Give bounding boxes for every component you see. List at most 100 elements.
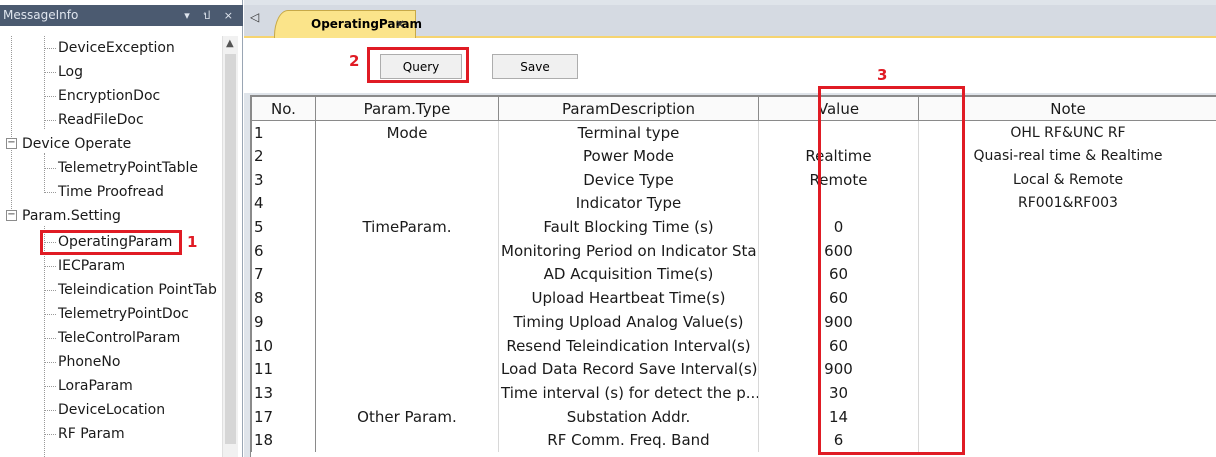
tree-item-read-file-doc[interactable]: ReadFileDoc	[44, 109, 144, 131]
close-icon[interactable]: ×	[395, 11, 405, 38]
tree-item-label: DeviceException	[58, 40, 175, 56]
cell-no[interactable]: 10	[251, 333, 316, 358]
cell-param-type[interactable]	[315, 262, 499, 287]
cell-param-description[interactable]: Load Data Record Save Interval(s)	[498, 357, 759, 382]
cell-param-description[interactable]: Substation Addr.	[498, 404, 759, 429]
tree-item-lora-param[interactable]: LoraParam	[44, 375, 133, 397]
tree-scrollbar[interactable]: ▲	[222, 36, 238, 457]
cell-param-type[interactable]	[315, 286, 499, 310]
tree-item-teleindication-point-table[interactable]: Teleindication PointTab	[44, 279, 217, 301]
table-row[interactable]: 10 Resend Teleindication Interval(s) 60	[251, 333, 1216, 358]
tree-item-iec-param[interactable]: IECParam	[44, 255, 125, 277]
tree-item-label: DeviceLocation	[58, 402, 166, 418]
save-button[interactable]: Save	[492, 54, 578, 79]
document-area: ◁ OperatingParam × Query Save 2 3 No. Pa…	[244, 0, 1216, 457]
panel-title-bar: MessageInfo ▾ ป ×	[0, 5, 243, 26]
tree-item-time-proofread[interactable]: Time Proofread	[44, 181, 164, 203]
table-row[interactable]: 2 Power Mode Realtime Quasi-real time & Rea…	[251, 144, 1216, 168]
tree-item-device-exception[interactable]: DeviceException	[44, 37, 175, 59]
tree-item-rf-param[interactable]: RF Param	[44, 423, 125, 445]
tree-group-device-operate[interactable]: − Device Operate	[6, 133, 131, 155]
tree-item-tele-control-param[interactable]: TeleControlParam	[44, 327, 180, 349]
table-row[interactable]: 11 Load Data Record Save Interval(s) 900	[251, 357, 1216, 382]
table-row[interactable]: 17 Other Param. Substation Addr. 14	[251, 404, 1216, 429]
cell-no[interactable]: 4	[251, 191, 316, 216]
cell-no[interactable]: 8	[251, 286, 316, 310]
table-row[interactable]: 1 Mode Terminal type OHL RF&UNC RF	[251, 120, 1216, 145]
column-header-param-description[interactable]: ParamDescription	[498, 96, 759, 121]
table-row[interactable]: 7 AD Acquisition Time(s) 60	[251, 262, 1216, 287]
cell-no[interactable]: 11	[251, 357, 316, 382]
collapse-icon[interactable]: −	[6, 210, 17, 221]
panel-window-controls[interactable]: ▾ ป ×	[184, 5, 238, 26]
column-header-no[interactable]: No.	[251, 96, 316, 121]
tree-item-telemetry-point-doc[interactable]: TelemetryPointDoc	[44, 303, 189, 325]
cell-no[interactable]: 6	[251, 238, 316, 263]
collapse-icon[interactable]: −	[6, 138, 17, 149]
table-row[interactable]: 13 Time interval (s) for detect the p... 3…	[251, 381, 1216, 405]
cell-param-type[interactable]	[315, 333, 499, 358]
cell-param-type[interactable]	[315, 310, 499, 334]
scrollbar-thumb[interactable]	[225, 54, 236, 444]
tree-item-label: RF Param	[58, 426, 125, 442]
cell-no[interactable]: 5	[251, 215, 316, 239]
cell-param-type[interactable]	[315, 238, 499, 263]
tree-group-label: Param.Setting	[22, 208, 121, 224]
cell-param-type[interactable]: Other Param.	[315, 404, 499, 429]
tab-label: OperatingParam	[311, 17, 423, 31]
tree-item-device-location[interactable]: DeviceLocation	[44, 399, 165, 421]
cell-param-description[interactable]: Timing Upload Analog Value(s)	[498, 310, 759, 334]
cell-param-type[interactable]	[315, 191, 499, 216]
cell-param-type[interactable]: Mode	[315, 120, 499, 145]
cell-no[interactable]: 13	[251, 381, 316, 405]
tree-group-param-setting[interactable]: − Param.Setting	[6, 205, 121, 227]
tree-item-telemetry-point-table[interactable]: TelemetryPointTable	[44, 157, 198, 179]
cell-param-type[interactable]: TimeParam.	[315, 215, 499, 239]
tree-item-log[interactable]: Log	[44, 61, 83, 83]
cell-param-description[interactable]: Device Type	[498, 167, 759, 192]
column-header-param-type[interactable]: Param.Type	[315, 96, 499, 121]
cell-param-description[interactable]: RF Comm. Freq. Band	[498, 428, 759, 453]
tree-item-label: LoraParam	[58, 378, 133, 394]
cell-param-type[interactable]	[315, 381, 499, 405]
cell-no[interactable]: 3	[251, 167, 316, 192]
table-row[interactable]: 3 Device Type Remote Local & Remote	[251, 167, 1216, 192]
cell-no[interactable]: 2	[251, 144, 316, 168]
cell-param-description[interactable]: Terminal type	[498, 120, 759, 145]
highlight-box-operating-param	[40, 230, 182, 255]
cell-no[interactable]: 17	[251, 404, 316, 429]
highlight-box-value-column	[818, 86, 965, 455]
cell-param-type[interactable]	[315, 167, 499, 192]
tree-item-phone-no[interactable]: PhoneNo	[44, 351, 120, 373]
tree-item-label: TelemetryPointDoc	[58, 306, 189, 322]
cell-param-description[interactable]: Power Mode	[498, 144, 759, 168]
cell-param-description[interactable]: Upload Heartbeat Time(s)	[498, 286, 759, 310]
cell-param-description[interactable]: Monitoring Period on Indicator Sta...	[498, 238, 759, 263]
panel-title: MessageInfo	[3, 8, 79, 22]
tab-scroll-left-icon[interactable]: ◁	[250, 10, 259, 24]
cell-param-type[interactable]	[315, 428, 499, 453]
cell-param-description[interactable]: Resend Teleindication Interval(s)	[498, 333, 759, 358]
tree-item-label: Teleindication PointTab	[58, 282, 217, 298]
table-row[interactable]: 9 Timing Upload Analog Value(s) 900	[251, 310, 1216, 334]
cell-no[interactable]: 18	[251, 428, 316, 453]
table-row[interactable]: 5 TimeParam. Fault Blocking Time (s) 0	[251, 215, 1216, 239]
tab-operating-param[interactable]: OperatingParam ×	[274, 10, 422, 38]
cell-param-type[interactable]	[315, 144, 499, 168]
table-row[interactable]: 4 Indicator Type RF001&RF003	[251, 191, 1216, 216]
cell-param-type[interactable]	[315, 357, 499, 382]
table-row[interactable]: 18 RF Comm. Freq. Band 6	[251, 428, 1216, 453]
scroll-up-icon[interactable]: ▲	[226, 38, 234, 49]
tree-item-label: Time Proofread	[58, 184, 164, 200]
annotation-number-3: 3	[877, 66, 888, 84]
tree-item-encryption-doc[interactable]: EncryptionDoc	[44, 85, 160, 107]
table-row[interactable]: 8 Upload Heartbeat Time(s) 60	[251, 286, 1216, 310]
cell-param-description[interactable]: Indicator Type	[498, 191, 759, 216]
cell-param-description[interactable]: Fault Blocking Time (s)	[498, 215, 759, 239]
cell-param-description[interactable]: Time interval (s) for detect the p...	[498, 381, 759, 405]
cell-no[interactable]: 7	[251, 262, 316, 287]
table-row[interactable]: 6 Monitoring Period on Indicator Sta... 60…	[251, 238, 1216, 263]
cell-no[interactable]: 1	[251, 120, 316, 145]
cell-param-description[interactable]: AD Acquisition Time(s)	[498, 262, 759, 287]
cell-no[interactable]: 9	[251, 310, 316, 334]
